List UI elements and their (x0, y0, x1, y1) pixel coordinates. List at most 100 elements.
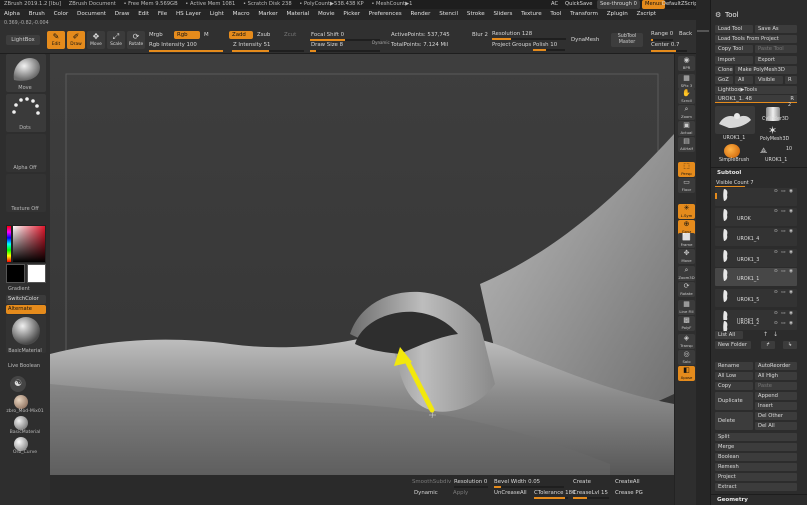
project-menu[interactable]: Project (715, 473, 797, 481)
ctolerance-slider[interactable]: CTolerance 180 (534, 490, 575, 496)
groups-toggle[interactable]: Groups (512, 42, 531, 48)
create-button[interactable]: Create (573, 479, 591, 485)
bevel-width-track[interactable] (494, 486, 564, 488)
menu-color[interactable]: Color (54, 11, 69, 17)
del-all-button[interactable]: Del All (755, 422, 797, 430)
draw-size-slider[interactable]: Draw Size 8 (311, 42, 343, 48)
copy-subtool-button[interactable]: Copy (715, 382, 753, 390)
tool-palette-title[interactable]: Tool (725, 11, 739, 19)
duplicate-button[interactable]: Duplicate (715, 392, 753, 410)
save-as-button[interactable]: Save As (755, 25, 797, 33)
menu-zscript[interactable]: Zscript (637, 11, 656, 17)
viewport-canvas[interactable] (50, 54, 674, 475)
blur-slider[interactable]: Blur 2 (472, 32, 488, 38)
shelf-local-button[interactable]: ✳ L.Sym (678, 204, 695, 219)
subtool-row[interactable]: UROK1_3 ⊙ ▭ ◉ (715, 249, 797, 267)
resolution-slider-bottom[interactable]: Resolution 0 (454, 479, 487, 485)
append-button[interactable]: Append (755, 392, 797, 400)
arrow-down-icon[interactable]: ↓ (773, 331, 778, 338)
ctolerance-track[interactable] (534, 497, 568, 499)
import-button[interactable]: Import (715, 56, 753, 64)
shelf-transp-button[interactable]: ◈ Transp (678, 334, 695, 349)
see-through-slider[interactable]: See-through 0 (597, 0, 640, 9)
z-intensity-track[interactable] (232, 50, 304, 52)
rgb-button[interactable]: Rgb (174, 31, 200, 39)
apply-button[interactable]: Apply (453, 490, 468, 496)
orb-curve-thumbnail[interactable] (14, 437, 28, 451)
rename-button[interactable]: Rename (715, 362, 753, 370)
shelf-zoom3d-button[interactable]: ⌕ Zoom3D (678, 266, 695, 281)
shelf-xpose-button[interactable]: ◧ Xpose (678, 366, 695, 381)
default-zscript-button[interactable]: DefaultZScript (662, 0, 700, 9)
sculpt-viewport[interactable] (50, 54, 674, 475)
menu-transform[interactable]: Transform (570, 11, 598, 17)
range-slider[interactable]: Range 0 (651, 31, 673, 37)
draw-size-track[interactable] (310, 50, 380, 52)
menu-texture[interactable]: Texture (521, 11, 541, 17)
shelf-solo-button[interactable]: ◎ Solo (678, 350, 695, 365)
subtool-visibility-icon[interactable]: ⊙ ▭ ◉ (774, 250, 794, 255)
make-polymesh3d-button[interactable]: Make PolyMesh3D (735, 66, 797, 74)
draw-mode-button[interactable]: ✐ Draw (67, 31, 85, 49)
shelf-rotate-button[interactable]: ⟳ Rotate (678, 282, 695, 297)
subtool-row[interactable]: UROK1_1 ⊙ ▭ ◉ (715, 268, 797, 286)
gradient-toggle[interactable]: Gradient (8, 286, 50, 292)
back-button[interactable]: Back (679, 31, 692, 37)
insert-button[interactable]: Insert (755, 402, 797, 410)
goz-all-button[interactable]: All (735, 76, 753, 84)
subtool-visibility-icon[interactable]: ⊙ ▭ ◉ (774, 229, 794, 234)
split-menu[interactable]: Split (715, 433, 797, 441)
crease-pg-button[interactable]: Crease PG (615, 490, 643, 496)
menu-macro[interactable]: Macro (233, 11, 250, 17)
create-all-button[interactable]: CreateAll (615, 479, 640, 485)
dynamesh-button[interactable]: DynaMesh (571, 37, 599, 43)
ac-button[interactable]: AC (551, 0, 558, 9)
remesh-menu[interactable]: Remesh (715, 463, 797, 471)
subtool-visibility-icon[interactable]: ⊙ ▭ ◉ (774, 321, 794, 326)
shelf-actual-button[interactable]: ▣ Actual (678, 121, 695, 136)
subtool-master-button[interactable]: SubTool Master (611, 33, 643, 47)
shelf-bpr-button[interactable]: ◉ BPR (678, 56, 695, 71)
switch-color-button[interactable]: SwitchColor (6, 295, 46, 304)
list-all-button[interactable]: List All (715, 331, 743, 339)
current-tool-slider[interactable]: UROK1_1. 48 R (715, 95, 797, 103)
extract-menu[interactable]: Extract (715, 483, 797, 491)
load-tool-button[interactable]: Load Tool (715, 25, 753, 33)
rotate-mode-button[interactable]: ⟳ Rotate (127, 31, 145, 49)
autoreorder-button[interactable]: AutoReorder (755, 362, 797, 370)
z-intensity-slider[interactable]: Z Intensity 51 (233, 42, 270, 48)
scale-mode-button[interactable]: ⤢ Scale (107, 31, 125, 49)
subtool-row[interactable]: UROK ⊙ ▭ ◉ (715, 208, 797, 226)
delete-button[interactable]: Delete (715, 412, 753, 430)
shelf-floor-button[interactable]: ▭ Floor (678, 178, 695, 193)
resolution-bottom-track[interactable] (454, 486, 488, 488)
all-low-button[interactable]: All Low (715, 372, 753, 380)
center-slider[interactable]: Center 0.7 (651, 42, 679, 48)
menu-draw[interactable]: Draw (115, 11, 130, 17)
menu-file[interactable]: File (158, 11, 167, 17)
smooth-subdiv-toggle[interactable]: SmoothSubdiv (412, 479, 451, 485)
matcap-mod-mix-thumbnail[interactable] (14, 395, 28, 409)
subtool-scroll-indicator[interactable] (715, 193, 717, 199)
export-button[interactable]: Export (755, 56, 797, 64)
gear-icon[interactable]: ⚙ (715, 11, 721, 19)
center-track[interactable] (651, 50, 687, 52)
shelf-spix-button[interactable]: ▦ SPix 3 (678, 74, 695, 89)
simple-brush-icon[interactable] (724, 144, 740, 158)
shelf-persp-button[interactable]: ⬚ Persp (678, 162, 695, 177)
subtool-row[interactable]: UROK1_2 ⊙ ▭ ◉ (715, 320, 797, 333)
menu-stroke[interactable]: Stroke (467, 11, 485, 17)
menu-document[interactable]: Document (77, 11, 106, 17)
subtool-visibility-icon[interactable]: ⊙ ▭ ◉ (774, 311, 794, 316)
menu-zplugin[interactable]: Zplugin (607, 11, 628, 17)
menu-movie[interactable]: Movie (318, 11, 335, 17)
goz-button[interactable]: GoZ (715, 76, 733, 84)
merge-menu[interactable]: Merge (715, 443, 797, 451)
polymesh-star-icon[interactable]: ✶ (768, 124, 777, 137)
menu-light[interactable]: Light (210, 11, 224, 17)
crease-level-track[interactable] (573, 497, 609, 499)
edit-mode-button[interactable]: ✎ Edit (47, 31, 65, 49)
alternate-button[interactable]: Alternate (6, 305, 46, 314)
secondary-color-swatch[interactable] (27, 264, 46, 283)
live-boolean-button[interactable]: Live Boolean (8, 363, 50, 369)
